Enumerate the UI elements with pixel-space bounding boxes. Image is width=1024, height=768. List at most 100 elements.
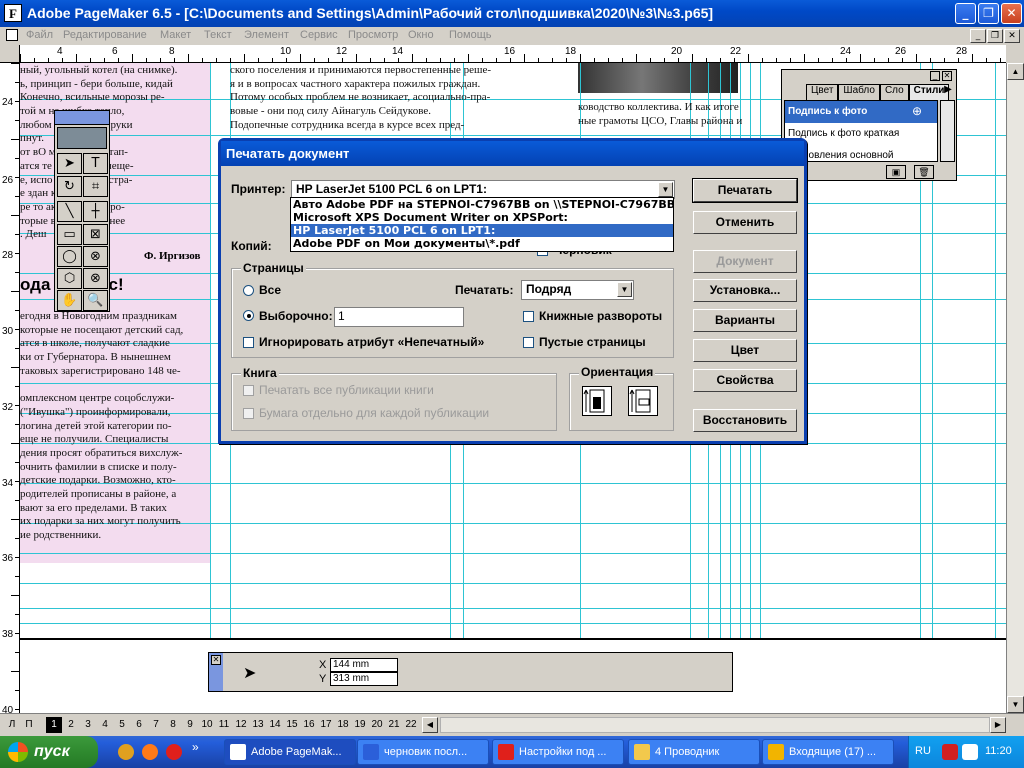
taskbar-button[interactable]: Adobe PageMak... <box>224 739 356 765</box>
options-button[interactable]: Варианты <box>693 309 797 332</box>
printer-option[interactable]: HP LaserJet 5100 PCL 6 on LPT1: <box>291 224 673 237</box>
left-master-page[interactable]: Л <box>4 717 20 733</box>
doc-restore-icon[interactable]: ❐ <box>987 29 1003 43</box>
new-style-icon[interactable]: ▣ <box>886 165 906 179</box>
taskbar-button[interactable]: 4 Проводник <box>628 739 760 765</box>
menu-help[interactable]: Помощь <box>449 29 492 41</box>
pagemaker-app-icon[interactable]: F <box>4 4 22 22</box>
menu-view[interactable]: Просмотр <box>348 29 398 41</box>
constrained-line-tool-icon[interactable]: ┼ <box>83 201 108 222</box>
scroll-up-icon[interactable]: ▲ <box>1007 63 1024 80</box>
printer-option[interactable]: Авто Adobe PDF на STEPNOI-C7967BB on \\S… <box>291 198 673 211</box>
page-tab[interactable]: 11 <box>216 717 232 733</box>
right-master-page[interactable]: П <box>21 717 37 733</box>
rotate-tool-icon[interactable]: ↻ <box>57 176 82 197</box>
doc-minimize-icon[interactable]: _ <box>970 29 986 43</box>
menu-edit[interactable]: Редактирование <box>63 29 147 41</box>
ellipse-frame-tool-icon[interactable]: ⊗ <box>83 246 108 267</box>
styles-scrollbar[interactable] <box>940 100 955 162</box>
horizontal-scrollbar[interactable] <box>440 717 990 733</box>
portrait-orientation-icon[interactable] <box>582 386 612 416</box>
page-tab[interactable]: 8 <box>165 717 181 733</box>
landscape-orientation-icon[interactable] <box>628 386 658 416</box>
printer-option[interactable]: Adobe PDF on Мои документы\*.pdf <box>291 237 673 250</box>
page-tab[interactable]: 21 <box>386 717 402 733</box>
chevron-down-icon[interactable]: ▼ <box>617 282 632 297</box>
print-order-select[interactable]: Подряд ▼ <box>521 280 634 300</box>
menu-window[interactable]: Окно <box>408 29 434 41</box>
trash-icon[interactable]: 🗑 <box>914 165 934 179</box>
page-tab[interactable]: 13 <box>250 717 266 733</box>
vertical-ruler[interactable]: 24 26 28 30 32 34 36 38 40 <box>0 63 20 713</box>
close-icon[interactable]: ✕ <box>1001 3 1022 24</box>
page-tab[interactable]: 12 <box>233 717 249 733</box>
horizontal-guide[interactable] <box>20 608 1006 609</box>
opera-launch-icon[interactable] <box>166 744 182 760</box>
palette-close-icon[interactable]: ✕ <box>942 71 952 81</box>
page-tab[interactable]: 6 <box>131 717 147 733</box>
horizontal-ruler[interactable]: 4 6 8 10 12 14 16 18 20 22 24 26 28 <box>20 45 1006 63</box>
language-indicator[interactable]: RU <box>915 745 931 757</box>
antivirus-tray-icon[interactable] <box>942 744 958 760</box>
menu-element[interactable]: Элемент <box>244 29 289 41</box>
toolbox-palette[interactable]: ➤ T ↻ ⌗ ╲ ┼ ▭ ⊠ ◯ ⊗ ⬡ ⊗ ✋ 🔍 <box>54 110 110 312</box>
chevron-down-icon[interactable]: ▼ <box>658 182 673 197</box>
properties-button[interactable]: Свойства <box>693 369 797 392</box>
style-item[interactable]: становления основной <box>785 145 937 161</box>
add-style-icon[interactable]: ⊕ <box>912 104 922 118</box>
page-tab[interactable]: 15 <box>284 717 300 733</box>
line-tool-icon[interactable]: ╲ <box>57 201 82 222</box>
spreads-checkbox[interactable] <box>523 311 534 322</box>
page-tab[interactable]: 10 <box>199 717 215 733</box>
y-position-field[interactable]: 313 mm <box>330 672 398 686</box>
quicklaunch-icon[interactable] <box>118 744 134 760</box>
page-tab-current[interactable]: 1 <box>46 717 62 733</box>
tab-layers[interactable]: Сло <box>879 84 909 100</box>
palette-minimize-icon[interactable]: _ <box>930 71 940 81</box>
scroll-down-icon[interactable]: ▼ <box>1007 696 1024 713</box>
text-column-2[interactable]: ского поселения и принимаются первостепе… <box>230 64 570 132</box>
document-system-icon[interactable] <box>6 29 18 41</box>
scroll-left-icon[interactable]: ◀ <box>422 717 438 733</box>
page-tab[interactable]: 20 <box>369 717 385 733</box>
hand-tool-icon[interactable]: ✋ <box>57 290 82 311</box>
doc-close-icon[interactable]: ✕ <box>1004 29 1020 43</box>
print-button[interactable]: Печатать <box>692 178 798 203</box>
setup-button[interactable]: Установка... <box>693 279 797 302</box>
minimize-icon[interactable]: _ <box>955 3 976 24</box>
page-tab[interactable]: 18 <box>335 717 351 733</box>
page-tab[interactable]: 16 <box>301 717 317 733</box>
maximize-icon[interactable]: ❐ <box>978 3 999 24</box>
taskbar-button[interactable]: черновик посл... <box>357 739 489 765</box>
ruler-corner[interactable] <box>0 45 20 63</box>
page-tab[interactable]: 3 <box>80 717 96 733</box>
styles-palette[interactable]: _ ✕ Цвет Шабло Сло Стили ▶ Подпись к фото П… <box>781 69 957 181</box>
ignore-nonprinting-checkbox[interactable] <box>243 337 254 348</box>
menu-utilities[interactable]: Сервис <box>300 29 338 41</box>
horizontal-guide[interactable] <box>20 623 1006 624</box>
x-position-field[interactable]: 144 mm <box>330 658 398 672</box>
quicklaunch-more-icon[interactable]: » <box>192 740 199 754</box>
vertical-guide[interactable] <box>995 63 996 638</box>
page-tab[interactable]: 7 <box>148 717 164 733</box>
vertical-scrollbar[interactable]: ▲ ▼ <box>1006 63 1024 713</box>
ellipse-tool-icon[interactable]: ◯ <box>57 246 82 267</box>
horizontal-guide[interactable] <box>20 553 1006 554</box>
polygon-frame-tool-icon[interactable]: ⊗ <box>83 268 108 289</box>
text-column-1b[interactable]: егодня в Новогодним праздникам которые не… <box>20 310 210 543</box>
menu-type[interactable]: Текст <box>204 29 232 41</box>
scroll-right-icon[interactable]: ▶ <box>990 717 1006 733</box>
color-button[interactable]: Цвет <box>693 339 797 362</box>
menu-file[interactable]: Файл <box>26 29 53 41</box>
page-tab[interactable]: 22 <box>403 717 419 733</box>
apply-arrow-icon[interactable]: ➤ <box>243 663 256 683</box>
style-item[interactable]: Подпись к фото краткая <box>785 123 937 145</box>
document-button[interactable]: Документ <box>693 250 797 273</box>
horizontal-guide[interactable] <box>20 583 1006 584</box>
text-column-1[interactable]: ный, угольный котел (на снимке). ь, принц… <box>20 64 210 242</box>
taskbar-button[interactable]: Входящие (17) ... <box>762 739 894 765</box>
start-button[interactable]: пуск <box>0 736 98 768</box>
pointer-tool-icon[interactable]: ➤ <box>57 153 82 174</box>
page-range-input[interactable]: 1 <box>334 307 464 327</box>
rectangle-frame-tool-icon[interactable]: ⊠ <box>83 224 108 245</box>
